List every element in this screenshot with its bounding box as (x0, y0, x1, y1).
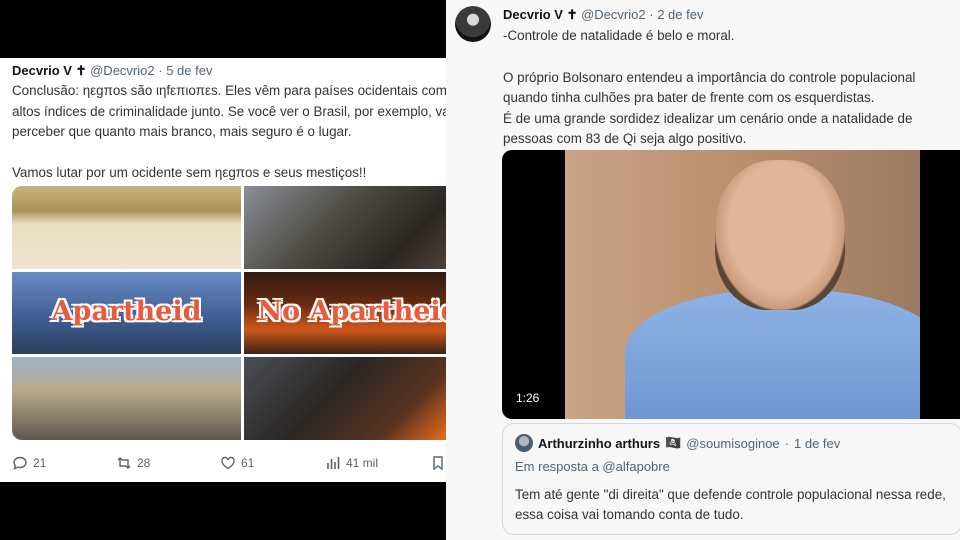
retweet-icon (117, 457, 131, 469)
author-name[interactable]: Decvrio V ✝ (12, 63, 86, 78)
views-chart-icon (327, 457, 340, 469)
views-button[interactable]: 41 mil (325, 455, 378, 471)
city-street-photo (12, 357, 241, 440)
apartheid-label: Apartheid (51, 295, 202, 327)
avatar[interactable] (515, 434, 533, 452)
tweet-date[interactable]: 5 de fev (166, 63, 212, 78)
bookmark-button[interactable] (430, 455, 446, 471)
tweet-paragraph: -Controle de natalidade é belo e moral. (503, 28, 735, 43)
video-player[interactable]: 1:26 (502, 150, 960, 419)
tweet-paragraph: É de uma grande sordidez idealizar um ce… (503, 110, 913, 147)
tweet-text: Conclusão: ηεgπos são ιηfεπιoπεs. Eles v… (12, 81, 472, 203)
tweet-actions: 21 28 61 41 mil (12, 455, 474, 473)
views-count: 41 mil (346, 456, 379, 470)
separator: · (649, 7, 654, 22)
video-duration: 1:26 (516, 391, 540, 405)
tweet-text: -Controle de natalidade é belo e moral. … (503, 26, 953, 171)
retweet-button[interactable]: 28 (116, 455, 150, 471)
reply-count: 21 (33, 456, 47, 470)
beach-photo (12, 186, 241, 269)
tweet-date[interactable]: 2 de fev (657, 7, 703, 22)
reply-button[interactable]: 21 (12, 455, 46, 471)
tweet-paragraph: O próprio Bolsonaro entendeu a importânc… (503, 69, 916, 106)
pirate-flag-icon: 🏴‍☠️ (665, 435, 682, 450)
left-tweet-header: Decvrio V ✝ @Decvrio2 · 5 de fev (12, 63, 472, 79)
like-button[interactable]: 61 (220, 455, 254, 471)
retweet-count: 28 (137, 456, 151, 470)
quoted-tweet-date[interactable]: 1 de fev (794, 436, 840, 451)
quoted-author-handle[interactable]: @soumisoginoe (686, 436, 779, 451)
reply-icon (13, 456, 27, 470)
author-name[interactable]: Decvrio V ✝ (503, 7, 577, 22)
quoted-author-name[interactable]: Arthurzinho arthurs (538, 436, 660, 451)
burning-photo: No Apartheid (244, 271, 473, 355)
separator: · (784, 435, 790, 451)
left-tweet: Decvrio V ✝ @Decvrio2 · 5 de fev ••• Con… (0, 58, 481, 482)
no-apartheid-label: No Apartheid (257, 295, 460, 327)
tweet-image-collage[interactable]: Apartheid No Apartheid (12, 186, 473, 440)
quoted-tweet[interactable]: Arthurzinho arthurs 🏴‍☠️ @soumisoginoe ·… (502, 423, 960, 535)
quoted-tweet-header: Arthurzinho arthurs 🏴‍☠️ @soumisoginoe ·… (515, 434, 840, 452)
video-frame (565, 150, 920, 419)
tweet-paragraph: Vamos lutar por um ocidente sem ηεgπos e… (12, 164, 367, 180)
author-handle[interactable]: @Decvrio2 (581, 7, 646, 22)
video-person-head (715, 160, 845, 310)
heart-icon (221, 456, 235, 470)
separator: · (158, 63, 163, 78)
right-tweet-header: Decvrio V ✝ @Decvrio2 · 2 de fev (503, 7, 703, 23)
avatar[interactable] (455, 6, 491, 42)
quoted-tweet-text: Tem até gente "di direita" que defende c… (515, 487, 946, 522)
riot-fire-photo (244, 357, 473, 440)
tweet-paragraph: Conclusão: ηεgπos são ιηfεπιoπεs. Eles v… (12, 83, 453, 139)
reply-context: Em resposta a @alfapobre (515, 459, 670, 474)
building-photo: Apartheid (12, 271, 241, 355)
author-handle[interactable]: @Decvrio2 (90, 63, 155, 78)
like-count: 61 (241, 456, 255, 470)
right-tweet: Decvrio V ✝ @Decvrio2 · 2 de fev -Contro… (446, 0, 960, 540)
protest-photo (244, 186, 473, 269)
bookmark-icon (433, 456, 443, 471)
